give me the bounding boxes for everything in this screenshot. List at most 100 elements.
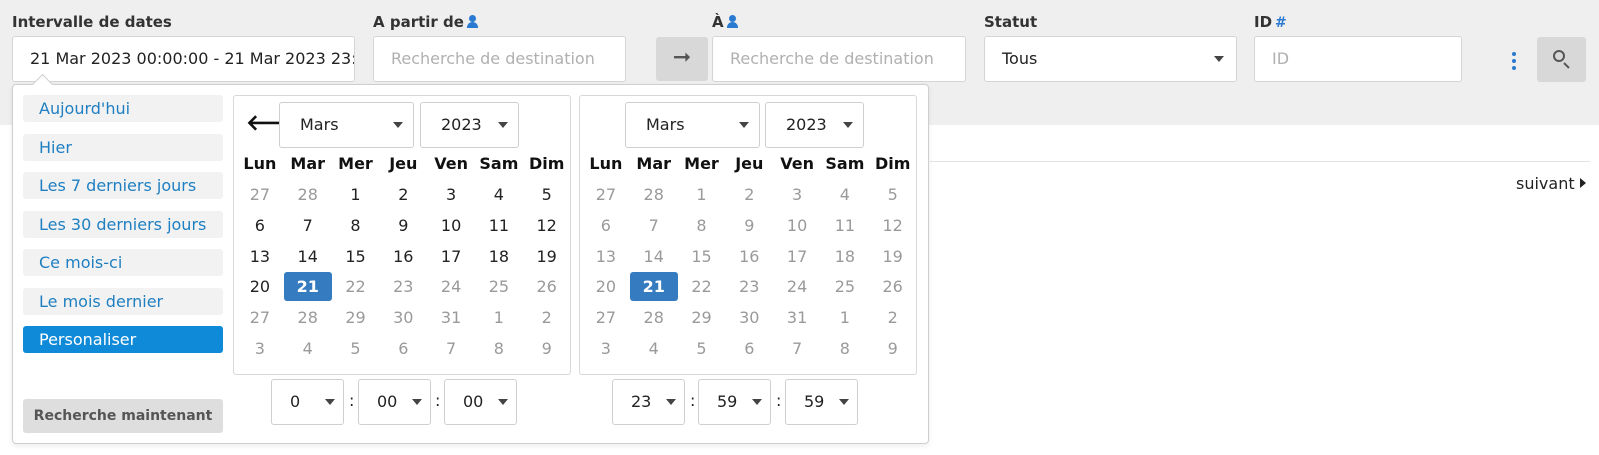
range-preset[interactable]: Aujourd'hui (23, 95, 223, 122)
day-cell[interactable]: 3 (582, 334, 630, 363)
day-cell[interactable]: 13 (582, 242, 630, 271)
day-cell[interactable]: 10 (427, 211, 475, 240)
day-cell[interactable]: 2 (725, 180, 773, 209)
day-cell[interactable]: 6 (236, 211, 284, 240)
day-cell[interactable]: 12 (869, 211, 917, 240)
day-cell[interactable]: 28 (630, 303, 678, 332)
more-options-icon[interactable] (1512, 52, 1517, 72)
day-cell[interactable]: 23 (725, 272, 773, 301)
day-cell[interactable]: 16 (725, 242, 773, 271)
selected-day[interactable]: 21 (283, 272, 332, 302)
day-cell[interactable]: 27 (582, 180, 630, 209)
range-preset[interactable]: Le mois dernier (23, 287, 223, 315)
day-cell[interactable]: 12 (523, 211, 571, 240)
day-cell[interactable]: 24 (427, 272, 475, 301)
day-cell[interactable]: 7 (284, 211, 332, 240)
search-button[interactable] (1537, 37, 1586, 82)
day-cell[interactable]: 22 (678, 272, 726, 301)
next-page-link[interactable]: suivant (1516, 174, 1586, 193)
day-cell[interactable]: 26 (869, 272, 917, 301)
month-select-start[interactable]: Mars (279, 102, 414, 148)
day-cell[interactable]: 11 (475, 211, 523, 240)
day-cell[interactable]: 1 (821, 303, 869, 332)
month-select-end[interactable]: Mars (625, 102, 760, 148)
end-second-select[interactable]: 59 (785, 379, 858, 425)
day-cell[interactable]: 2 (523, 303, 571, 332)
day-cell[interactable]: 5 (678, 334, 726, 363)
day-cell[interactable]: 4 (630, 334, 678, 363)
day-cell[interactable]: 15 (332, 242, 380, 271)
day-cell[interactable]: 19 (869, 242, 917, 271)
day-cell[interactable]: 5 (523, 180, 571, 209)
day-cell[interactable]: 22 (332, 272, 380, 301)
start-minute-select[interactable]: 00 (358, 379, 431, 425)
day-cell[interactable]: 27 (236, 180, 284, 209)
day-cell[interactable]: 29 (332, 303, 380, 332)
selected-day[interactable]: 21 (629, 272, 678, 302)
day-cell[interactable]: 7 (427, 334, 475, 363)
day-cell[interactable]: 1 (332, 180, 380, 209)
id-input[interactable]: ID (1254, 36, 1462, 82)
day-cell[interactable]: 5 (332, 334, 380, 363)
day-cell[interactable]: 1 (475, 303, 523, 332)
range-preset[interactable]: Personaliser (23, 326, 223, 353)
day-cell[interactable]: 17 (427, 242, 475, 271)
day-cell[interactable]: 14 (284, 242, 332, 271)
day-cell[interactable]: 8 (475, 334, 523, 363)
year-select-start[interactable]: 2023 (420, 102, 519, 148)
end-hour-select[interactable]: 23 (612, 379, 685, 425)
day-cell[interactable]: 2 (379, 180, 427, 209)
day-cell[interactable]: 31 (773, 303, 821, 332)
day-cell[interactable]: 11 (821, 211, 869, 240)
day-cell[interactable]: 20 (236, 272, 284, 301)
day-cell[interactable]: 3 (427, 180, 475, 209)
start-hour-select[interactable]: 0 (271, 379, 344, 425)
day-cell[interactable]: 17 (773, 242, 821, 271)
day-cell[interactable]: 7 (630, 211, 678, 240)
status-select[interactable]: Tous (984, 36, 1237, 82)
day-cell[interactable]: 30 (725, 303, 773, 332)
swap-direction-button[interactable]: ➞ (656, 37, 708, 81)
day-cell[interactable]: 28 (284, 303, 332, 332)
search-now-button[interactable]: Recherche maintenant (23, 399, 223, 433)
day-cell[interactable]: 1 (678, 180, 726, 209)
day-cell[interactable]: 31 (427, 303, 475, 332)
day-cell[interactable]: 9 (523, 334, 571, 363)
day-cell[interactable]: 20 (582, 272, 630, 301)
day-cell[interactable]: 25 (475, 272, 523, 301)
end-minute-select[interactable]: 59 (698, 379, 771, 425)
day-cell[interactable]: 18 (475, 242, 523, 271)
day-cell[interactable]: 23 (379, 272, 427, 301)
day-cell[interactable]: 25 (821, 272, 869, 301)
day-cell[interactable]: 16 (379, 242, 427, 271)
day-cell[interactable]: 3 (236, 334, 284, 363)
day-cell[interactable]: 18 (821, 242, 869, 271)
day-cell[interactable]: 4 (821, 180, 869, 209)
day-cell[interactable]: 8 (332, 211, 380, 240)
day-cell[interactable]: 8 (821, 334, 869, 363)
day-cell[interactable]: 6 (725, 334, 773, 363)
day-cell[interactable]: 28 (630, 180, 678, 209)
day-cell[interactable]: 15 (678, 242, 726, 271)
start-second-select[interactable]: 00 (444, 379, 517, 425)
day-cell[interactable]: 13 (236, 242, 284, 271)
day-cell[interactable]: 6 (379, 334, 427, 363)
range-preset[interactable]: Hier (23, 133, 223, 161)
year-select-end[interactable]: 2023 (765, 102, 864, 148)
day-cell[interactable]: 4 (475, 180, 523, 209)
day-cell[interactable]: 27 (236, 303, 284, 332)
day-cell[interactable]: 2 (869, 303, 917, 332)
range-preset[interactable]: Les 30 derniers jours (23, 210, 223, 238)
day-cell[interactable]: 30 (379, 303, 427, 332)
day-cell[interactable]: 10 (773, 211, 821, 240)
day-cell[interactable]: 5 (869, 180, 917, 209)
day-cell[interactable]: 4 (284, 334, 332, 363)
from-input[interactable]: Recherche de destination (373, 36, 626, 82)
day-cell[interactable]: 28 (284, 180, 332, 209)
day-cell[interactable]: 9 (725, 211, 773, 240)
range-preset[interactable]: Ce mois-ci (23, 249, 223, 276)
to-input[interactable]: Recherche de destination (712, 36, 966, 82)
day-cell[interactable]: 26 (523, 272, 571, 301)
day-cell[interactable]: 9 (869, 334, 917, 363)
day-cell[interactable]: 7 (773, 334, 821, 363)
